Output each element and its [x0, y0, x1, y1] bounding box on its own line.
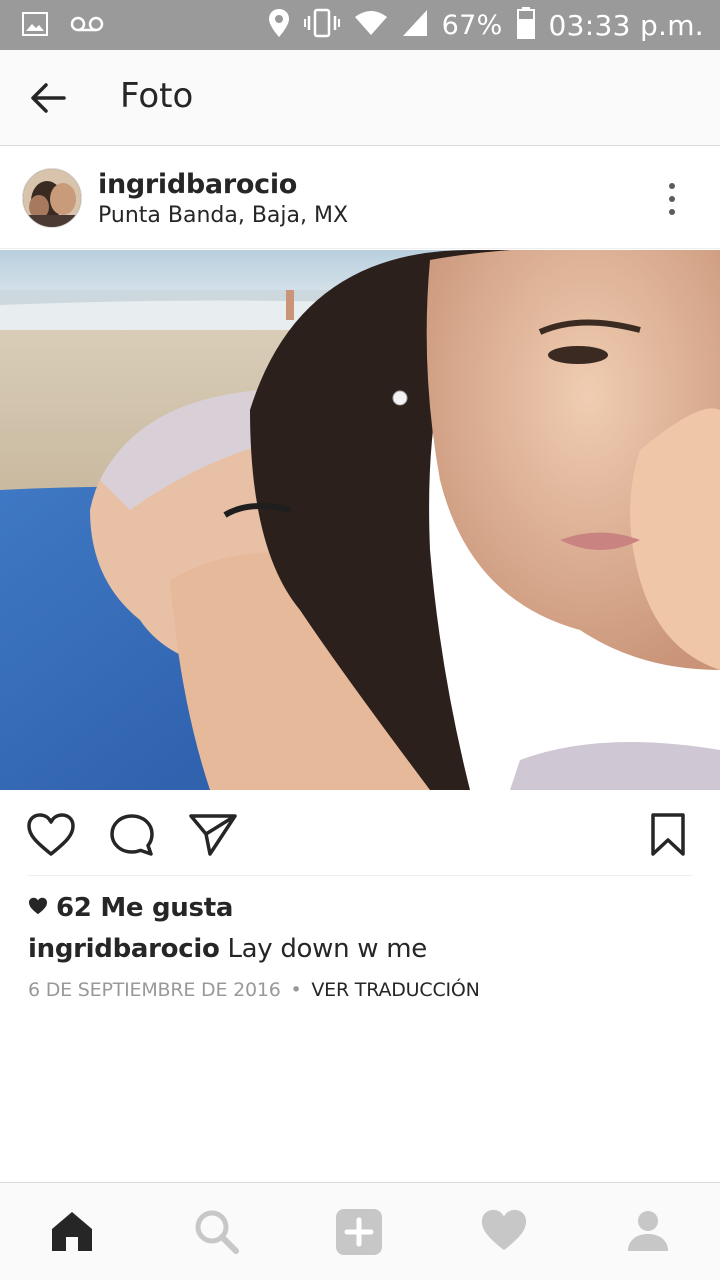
nav-activity[interactable] — [480, 1207, 530, 1257]
avatar[interactable] — [22, 168, 82, 228]
nav-profile[interactable] — [624, 1207, 674, 1257]
bottom-navigation — [0, 1182, 720, 1280]
battery-icon — [516, 6, 535, 44]
status-bar: 67% 03:33 p.m. — [0, 0, 720, 50]
save-button[interactable] — [648, 812, 698, 860]
post-location[interactable]: Punta Banda, Baja, MX — [98, 203, 348, 228]
arrow-left-icon — [22, 83, 72, 124]
activity-heart-icon — [480, 1209, 528, 1257]
signal-icon — [402, 9, 428, 42]
post-meta: 6 DE SEPTIEMBRE DE 2016 • VER TRADUCCIÓN — [28, 979, 480, 1001]
actions-divider — [28, 875, 692, 876]
post-photo[interactable] — [0, 250, 720, 790]
more-vertical-icon — [656, 183, 688, 221]
post-username[interactable]: ingridbarocio — [98, 169, 297, 200]
location-icon — [268, 8, 290, 43]
more-options-button[interactable] — [656, 181, 688, 217]
clock: 03:33 p.m. — [548, 8, 704, 42]
home-icon — [48, 1212, 96, 1259]
like-button[interactable] — [26, 812, 76, 860]
post-header: ingridbarocio Punta Banda, Baja, MX — [0, 147, 720, 249]
nav-search[interactable] — [192, 1207, 242, 1257]
page-title: Foto — [120, 76, 194, 116]
heart-outline-icon — [26, 813, 76, 862]
caption-text: Lay down w me — [219, 934, 427, 964]
bookmark-icon — [648, 813, 688, 862]
add-icon — [334, 1209, 384, 1261]
share-button[interactable] — [188, 812, 238, 860]
post-actions — [0, 790, 720, 876]
caption-username[interactable]: ingridbarocio — [28, 934, 220, 964]
profile-icon — [624, 1211, 672, 1259]
send-icon — [188, 814, 238, 862]
likes-count[interactable]: 62 Me gusta — [28, 893, 233, 923]
voicemail-icon — [70, 15, 104, 38]
vibrate-icon — [303, 8, 340, 43]
search-icon — [192, 1210, 240, 1259]
meta-separator: • — [290, 979, 302, 1001]
wifi-icon — [354, 10, 388, 41]
back-button[interactable] — [22, 76, 72, 120]
post-caption: ingridbarocio Lay down w me — [28, 934, 427, 964]
comment-button[interactable] — [108, 812, 158, 860]
battery-percentage: 67% — [441, 9, 503, 41]
comment-icon — [108, 814, 156, 864]
image-icon — [22, 12, 48, 41]
nav-home[interactable] — [48, 1207, 98, 1257]
heart-filled-icon — [28, 897, 48, 920]
top-app-bar: Foto — [0, 50, 720, 146]
likes-text: 62 Me gusta — [56, 893, 234, 923]
nav-add-post[interactable] — [334, 1207, 384, 1257]
see-translation-link[interactable]: VER TRADUCCIÓN — [311, 979, 480, 1001]
post-date: 6 DE SEPTIEMBRE DE 2016 — [28, 979, 281, 1001]
